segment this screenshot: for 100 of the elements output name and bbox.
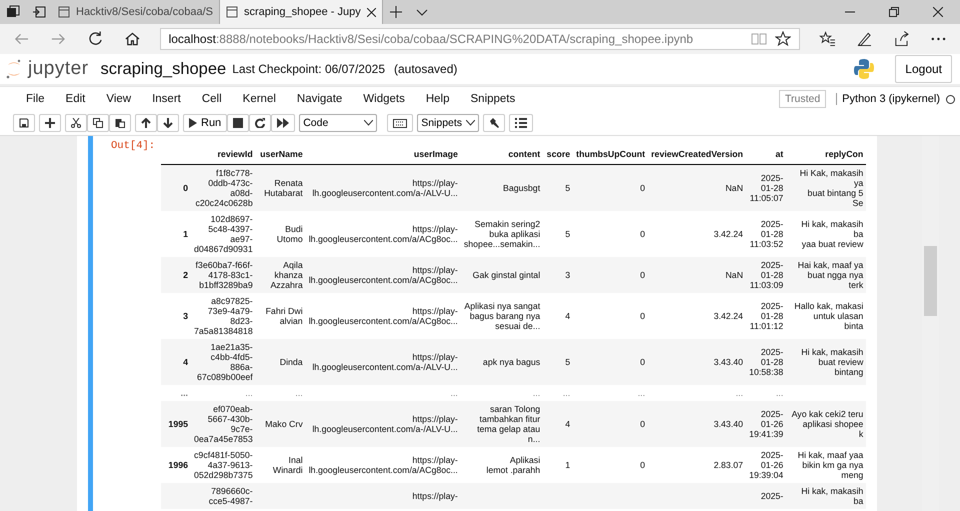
table-cell: 5 bbox=[543, 211, 574, 257]
run-all-button[interactable] bbox=[271, 114, 296, 132]
table-cell: c9cf481f-5050- 4a37-9613- 052d298b7375 bbox=[191, 447, 256, 483]
copy-button[interactable] bbox=[87, 114, 109, 132]
restart-button[interactable] bbox=[249, 114, 272, 132]
interrupt-button[interactable] bbox=[227, 114, 250, 132]
table-cell: ... bbox=[256, 385, 306, 401]
move-down-button[interactable] bbox=[157, 114, 179, 132]
address-field[interactable]: localhost:8888/notebooks/Hacktiv8/Sesi/coba/cobaa/SCRAPING%20DATA/scraping_shopee.ipynb bbox=[160, 28, 800, 50]
table-cell: 3.43.40 bbox=[648, 339, 746, 385]
table-cell: 0 bbox=[573, 257, 648, 293]
logout-button[interactable]: Logout bbox=[895, 55, 952, 83]
output-prompt: Out[4]: bbox=[111, 140, 156, 152]
table-cell: Semakin sering2 buka aplikasi shopee...semakin... bbox=[460, 211, 544, 257]
table-cell: 0 bbox=[573, 293, 648, 339]
menu-item[interactable]: Snippets bbox=[470, 93, 516, 105]
caret-icon bbox=[364, 120, 374, 126]
cut-button[interactable] bbox=[65, 114, 87, 132]
menu-item[interactable]: Insert bbox=[152, 93, 181, 105]
restore-icon[interactable] bbox=[889, 7, 899, 17]
trusted-indicator[interactable]: Trusted bbox=[778, 90, 826, 108]
table-cell: Budi Utomo bbox=[256, 211, 306, 257]
url-text: localhost:8888/notebooks/Hacktiv8/Sesi/coba/cobaa/SCRAPING%20DATA/scraping_shopee.ipynb bbox=[168, 32, 694, 46]
caret-icon bbox=[466, 120, 476, 126]
table-cell: 4 bbox=[543, 293, 574, 339]
menu-item[interactable]: Navigate bbox=[296, 93, 342, 105]
table-cell: 2025- 01-28 11:03:09 bbox=[746, 257, 786, 293]
run-button[interactable]: Run bbox=[183, 114, 228, 132]
home-icon[interactable] bbox=[124, 30, 141, 48]
restart-icon bbox=[255, 118, 266, 128]
command-palette-button[interactable] bbox=[387, 114, 414, 132]
autosave-status: (autosaved) bbox=[394, 62, 458, 76]
table-cell: ef070eab- 5667-430b- 9c7e- 0ea7a45e7853 bbox=[191, 401, 256, 447]
menu-item[interactable]: View bbox=[106, 93, 132, 105]
table-cell: Gak ginstal gintal bbox=[460, 257, 544, 293]
table-cell: ... bbox=[306, 385, 461, 401]
table-cell: ... bbox=[543, 385, 574, 401]
table-cell: 3.42.24 bbox=[648, 293, 746, 339]
kernel-status-icon bbox=[946, 94, 955, 104]
pen-icon[interactable] bbox=[856, 30, 874, 48]
row-index: 1995 bbox=[161, 401, 191, 447]
share-icon[interactable] bbox=[893, 30, 910, 48]
browser-tab[interactable]: scraping_shopee - Jupy bbox=[220, 0, 383, 24]
table-cell: Dinda bbox=[256, 339, 306, 385]
plus-icon bbox=[45, 118, 55, 128]
hammer-button[interactable] bbox=[483, 114, 506, 132]
table-cell: Hi kak, makasih buat review bintang bbox=[786, 339, 866, 385]
menu-item[interactable]: Edit bbox=[66, 93, 86, 105]
table-cell: 0 bbox=[573, 339, 648, 385]
list-button[interactable] bbox=[509, 114, 534, 132]
paste-button[interactable] bbox=[109, 114, 131, 132]
row-index: ... bbox=[161, 385, 191, 401]
table-cell: a8c97825- 73e9-4a79- 8d23- 7a5a81384818 bbox=[191, 293, 256, 339]
table-cell: 4 bbox=[543, 401, 574, 447]
notebook-name[interactable]: scraping_shopee bbox=[100, 60, 226, 78]
menu-item[interactable]: Help bbox=[426, 93, 450, 105]
table-cell: NaN bbox=[648, 257, 746, 293]
scroll-thumb[interactable] bbox=[924, 246, 937, 316]
menu-item[interactable]: File bbox=[26, 93, 45, 105]
snippets-dropdown[interactable]: Snippets bbox=[417, 114, 480, 132]
table-cell: Hi kak, maaf yaa bikin km ga nya meng bbox=[786, 447, 866, 483]
table-cell: ... bbox=[191, 385, 256, 401]
close-icon[interactable] bbox=[933, 7, 943, 17]
move-up-button[interactable] bbox=[135, 114, 157, 132]
table-cell: Ayo kak ceki2 teru aplikasi shopee k bbox=[786, 401, 866, 447]
tab-manager-icon[interactable] bbox=[6, 5, 20, 19]
row-index: 1 bbox=[161, 211, 191, 257]
arrow-up-icon bbox=[141, 118, 151, 128]
table-cell: 1 bbox=[543, 447, 574, 483]
favorites-icon[interactable] bbox=[819, 30, 836, 48]
table-cell: Aplikasi lemot .parahh bbox=[460, 447, 544, 483]
new-tab-icon[interactable] bbox=[388, 5, 403, 19]
menu-item[interactable]: Cell bbox=[202, 93, 222, 105]
insert-cell-button[interactable] bbox=[39, 114, 61, 132]
table-cell: Hi kak, makasih ba yaa buat review bbox=[786, 211, 866, 257]
table-cell: https://play- lh.googleusercontent.com/a-/ALV-U... bbox=[306, 164, 461, 211]
refresh-icon[interactable] bbox=[86, 30, 104, 48]
row-index: 4 bbox=[161, 339, 191, 385]
table-cell: f3e60ba7-f66f- 4178-83c1- b1bff3289ba9 bbox=[191, 257, 256, 293]
close-icon[interactable] bbox=[366, 8, 376, 16]
table-cell: 2025- 01-26 19:41:39 bbox=[746, 401, 786, 447]
table-cell: ... bbox=[648, 385, 746, 401]
set-aside-tabs-icon[interactable] bbox=[32, 5, 46, 19]
kernel-name[interactable]: Python 3 (ipykernel) bbox=[836, 93, 940, 105]
table-cell: NaN bbox=[648, 164, 746, 211]
menu-item[interactable]: Widgets bbox=[363, 93, 405, 105]
table-cell: 5 bbox=[543, 164, 574, 211]
table-cell: https://play- lh.googleusercontent.com/a-/ALV-U... bbox=[306, 339, 461, 385]
table-cell: Hallo kak, makasi untuk ulasan binta bbox=[786, 293, 866, 339]
logo-text[interactable]: jupyter bbox=[28, 58, 89, 80]
table-cell: 1ae21a35- c4bb-4fd5- 886a- 67c089b00eef bbox=[191, 339, 256, 385]
table-cell: 0 bbox=[573, 401, 648, 447]
table-cell: 5 bbox=[543, 339, 574, 385]
save-button[interactable] bbox=[13, 114, 35, 132]
cell-type-dropdown[interactable]: Code bbox=[299, 114, 378, 132]
table-cell: saran Tolong tambahkan fitur tema gelap atau n... bbox=[460, 401, 544, 447]
star-icon[interactable] bbox=[775, 31, 792, 47]
table-cell: ... bbox=[573, 385, 648, 401]
menu-item[interactable]: Kernel bbox=[242, 93, 276, 105]
page-icon bbox=[226, 6, 238, 18]
